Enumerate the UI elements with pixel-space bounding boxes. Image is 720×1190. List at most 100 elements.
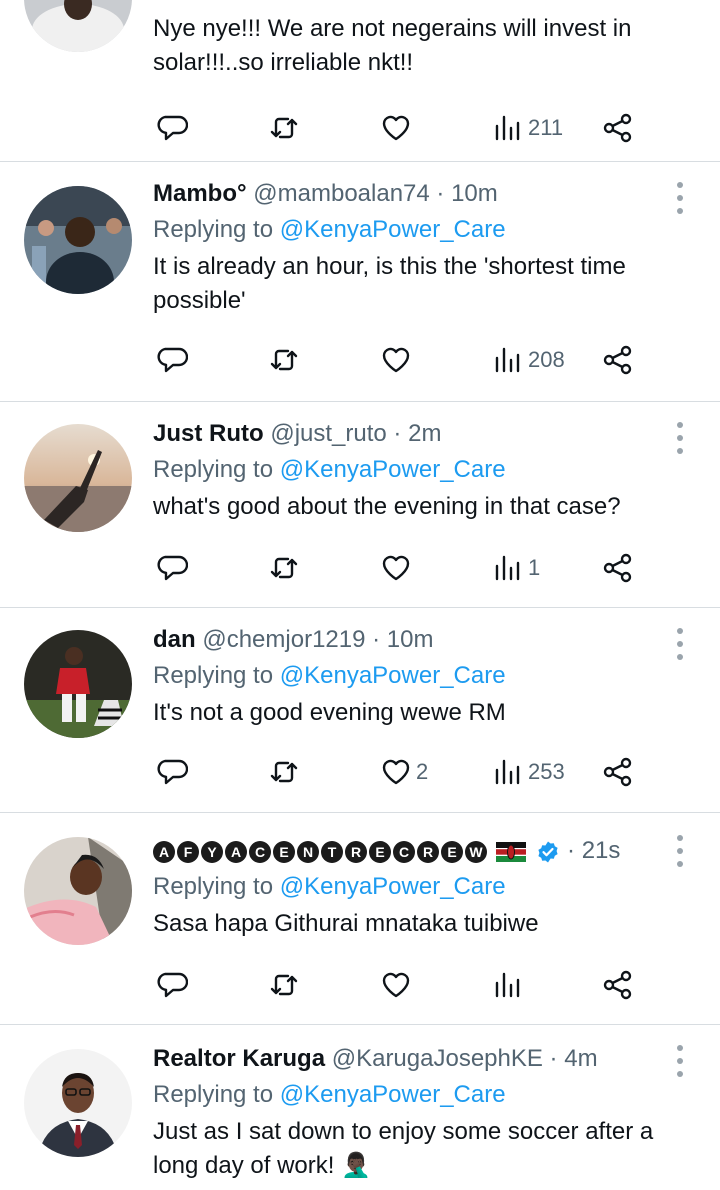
mention-link[interactable]: @KenyaPower_Care (280, 456, 506, 483)
tweet-item[interactable]: Realtor Karuga @KarugaJosephKE · 4m Repl… (0, 1025, 720, 1190)
retweet-button[interactable] (268, 340, 300, 380)
replying-to: Replying to @KenyaPower_Care (153, 871, 668, 903)
views-button[interactable]: 1 (492, 548, 540, 588)
views-count: 208 (528, 347, 565, 372)
retweet-button[interactable] (268, 752, 300, 792)
tweet-header: dan @chemjor1219 · 10m (153, 624, 668, 656)
replying-label: Replying to (153, 216, 280, 243)
replying-label: Replying to (153, 662, 280, 689)
retweet-arrows-icon (270, 761, 298, 783)
like-button[interactable] (380, 340, 416, 380)
mention-link[interactable]: @KenyaPower_Care (280, 662, 506, 689)
timestamp[interactable]: 10m (387, 626, 434, 653)
reply-button[interactable] (156, 108, 188, 148)
tweet-item[interactable]: AFYACENTRECREW · 21s Replying to @KenyaP… (0, 813, 720, 1025)
avatar[interactable] (24, 186, 132, 294)
reply-button[interactable] (156, 548, 188, 588)
retweet-arrows-icon (270, 349, 298, 371)
display-name[interactable]: Mambo° (153, 180, 247, 207)
tweet-item[interactable]: dan @chemjor1219 · 10m Replying to @Keny… (0, 608, 720, 813)
tweet-item[interactable]: Just Ruto @just_ruto · 2m Replying to @K… (0, 402, 720, 608)
tweet-header: Realtor Karuga @KarugaJosephKE · 4m (153, 1043, 668, 1075)
display-name[interactable]: AFYACENTRECREW (153, 837, 567, 864)
replying-to: Replying to @KenyaPower_Care (153, 454, 668, 486)
kenya-flag-icon (495, 841, 526, 862)
tweet-text: Nye nye!!! We are not negerains will inv… (153, 15, 632, 76)
share-button[interactable] (602, 752, 634, 792)
separator-dot: · (567, 837, 582, 864)
reply-feed: Nye nye!!! We are not negerains will inv… (0, 0, 720, 1190)
share-nodes-icon (603, 113, 632, 143)
replying-to: Replying to @KenyaPower_Care (153, 660, 668, 692)
separator-dot: · (386, 420, 409, 447)
mention-link[interactable]: @KenyaPower_Care (280, 216, 506, 243)
heart-icon (382, 555, 410, 581)
more-options-button[interactable] (670, 422, 690, 454)
display-name[interactable]: dan (153, 626, 196, 653)
timestamp[interactable]: 10m (451, 180, 498, 207)
reply-button[interactable] (156, 965, 188, 1005)
timestamp[interactable]: 2m (408, 420, 441, 447)
speech-bubble-icon (157, 115, 188, 141)
timestamp[interactable]: 4m (564, 1045, 597, 1072)
share-button[interactable] (602, 340, 634, 380)
views-button[interactable]: 211 (492, 108, 563, 148)
more-options-button[interactable] (670, 835, 690, 867)
like-button[interactable] (380, 965, 416, 1005)
retweet-button[interactable] (268, 965, 300, 1005)
heart-icon (382, 115, 410, 141)
share-button[interactable] (602, 108, 634, 148)
share-button[interactable] (602, 965, 634, 1005)
avatar[interactable] (24, 1049, 132, 1157)
share-button[interactable] (602, 548, 634, 588)
retweet-button[interactable] (268, 548, 300, 588)
replying-to: Replying to @KenyaPower_Care (153, 214, 668, 246)
user-handle[interactable]: @just_ruto (270, 420, 386, 447)
tweet-item[interactable]: Mambo° @mamboalan74 · 10m Replying to @K… (0, 162, 720, 402)
bar-chart-icon (495, 347, 520, 373)
avatar[interactable] (24, 837, 132, 945)
bar-chart-icon (495, 972, 520, 998)
views-button[interactable]: 253 (492, 752, 565, 792)
views-button[interactable]: 208 (492, 340, 565, 380)
tweet-header: Just Ruto @just_ruto · 2m (153, 418, 668, 450)
reply-button[interactable] (156, 752, 188, 792)
avatar[interactable] (24, 0, 132, 52)
blue-check-icon (538, 841, 558, 863)
tweet-item[interactable]: Nye nye!!! We are not negerains will inv… (0, 0, 720, 162)
display-name[interactable]: Realtor Karuga (153, 1045, 325, 1072)
mention-link[interactable]: @KenyaPower_Care (280, 873, 506, 900)
timestamp[interactable]: 21s (582, 837, 621, 864)
share-nodes-icon (603, 553, 632, 583)
bar-chart-icon (495, 115, 520, 141)
retweet-arrows-icon (270, 117, 298, 139)
more-options-button[interactable] (670, 182, 690, 214)
share-nodes-icon (603, 345, 632, 375)
reply-button[interactable] (156, 340, 188, 380)
heart-icon (382, 347, 410, 373)
like-button[interactable] (380, 548, 416, 588)
mention-link[interactable]: @KenyaPower_Care (280, 1081, 506, 1108)
more-options-button[interactable] (670, 628, 690, 660)
bar-chart-icon (495, 759, 520, 785)
more-options-button[interactable] (670, 1045, 690, 1077)
user-handle[interactable]: @chemjor1219 (202, 626, 365, 653)
user-handle[interactable]: @KarugaJosephKE (332, 1045, 543, 1072)
views-count: 1 (528, 555, 541, 580)
display-name-letters: AFYACENTRECREW (153, 840, 487, 863)
avatar[interactable] (24, 424, 132, 532)
heart-icon (382, 759, 410, 785)
bar-chart-icon (495, 555, 520, 581)
like-button[interactable] (380, 108, 416, 148)
views-count: 211 (528, 115, 564, 140)
tweet-text: Sasa hapa Githurai mnataka tuibiwe (153, 910, 539, 937)
avatar[interactable] (24, 630, 132, 738)
like-count: 2 (416, 759, 429, 784)
tweet-text: It's not a good evening wewe RM (153, 699, 506, 726)
separator-dot: · (365, 626, 387, 653)
user-handle[interactable]: @mamboalan74 (253, 180, 429, 207)
like-button[interactable]: 2 (380, 752, 428, 792)
display-name[interactable]: Just Ruto (153, 420, 264, 447)
views-button[interactable] (492, 965, 528, 1005)
retweet-button[interactable] (268, 108, 300, 148)
